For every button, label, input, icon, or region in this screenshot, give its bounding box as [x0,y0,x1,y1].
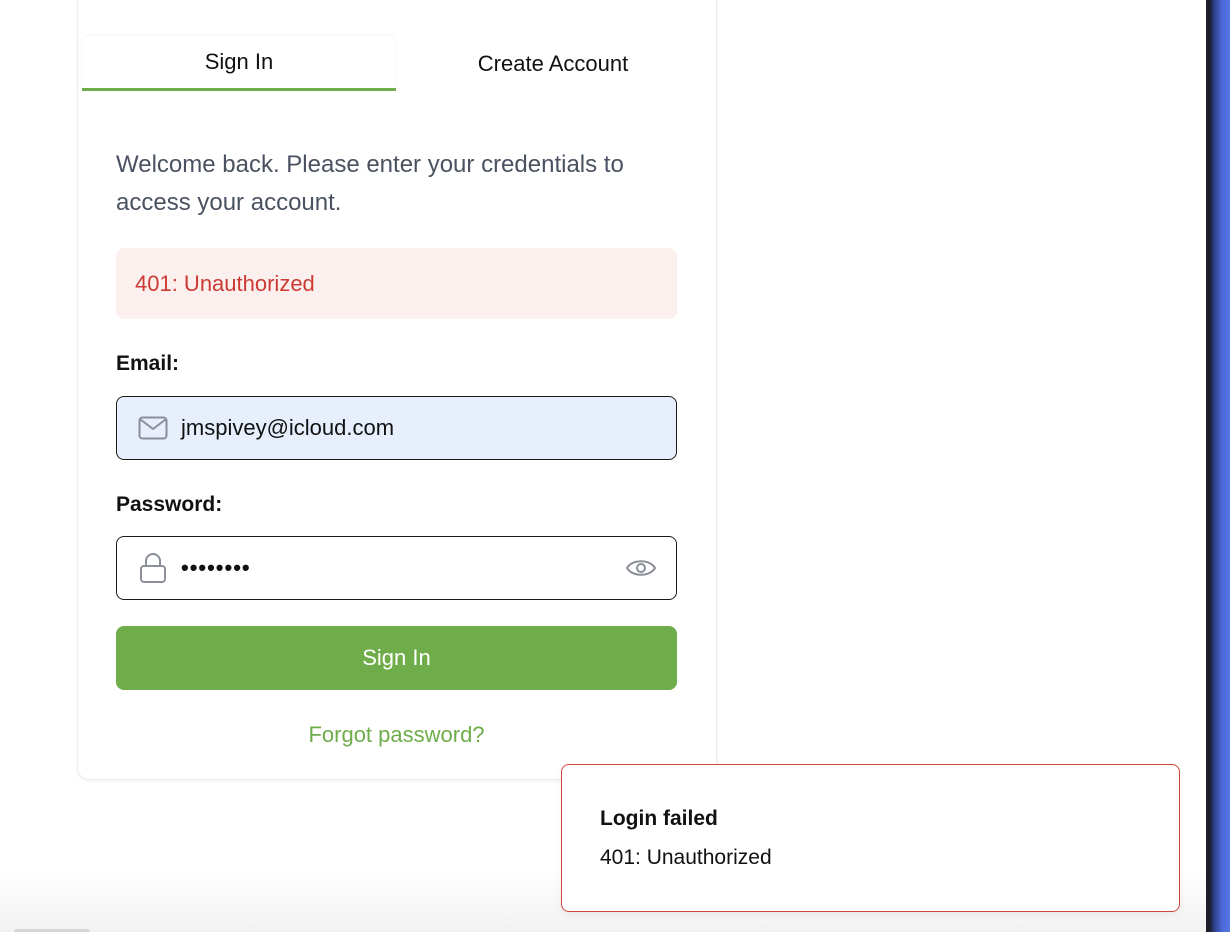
login-failed-toast: Login failed 401: Unauthorized [561,764,1180,912]
email-label: Email: [116,352,180,375]
password-value: •••••••• [181,555,251,580]
error-banner: 401: Unauthorized [116,248,677,319]
email-value: jmspivey@icloud.com [181,415,395,440]
email-field[interactable]: jmspivey@icloud.com [116,396,677,460]
eye-icon[interactable] [624,551,658,585]
tab-sign-in[interactable]: Sign In [82,36,396,91]
password-field[interactable]: •••••••• [116,536,677,600]
window-right-edge [1206,0,1230,932]
mail-icon [137,412,169,444]
lock-icon [137,552,169,584]
welcome-text: Welcome back. Please enter your credenti… [116,151,624,216]
card-header-cutoff [278,0,518,6]
error-banner-text: 401: Unauthorized [135,270,315,296]
toast-message: 401: Unauthorized [600,846,772,869]
sign-in-button[interactable]: Sign In [116,626,677,690]
auth-tabs: Sign In Create Account [82,36,710,92]
password-label: Password: [116,493,223,516]
tab-create-account[interactable]: Create Account [396,36,710,91]
toast-title: Login failed [600,807,718,830]
forgot-password-link[interactable]: Forgot password? [116,722,677,748]
